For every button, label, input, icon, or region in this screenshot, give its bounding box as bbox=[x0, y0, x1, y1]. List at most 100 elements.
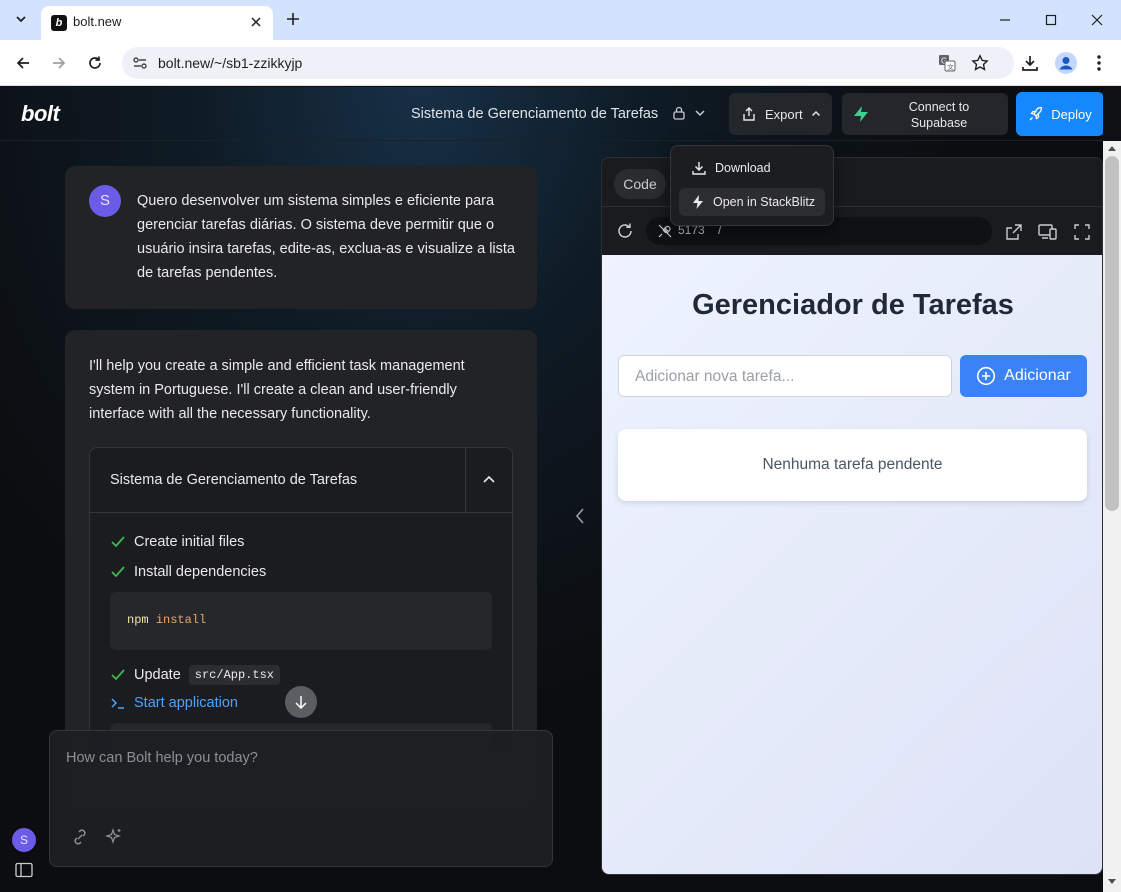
artifact-header-divider bbox=[465, 448, 466, 513]
menu-item-download[interactable]: Download bbox=[679, 154, 825, 182]
menu-item-label: Open in StackBlitz bbox=[713, 195, 816, 209]
close-icon bbox=[251, 17, 261, 27]
workbench-panel: Code 5173 / Gerenciador de Tarefas Adici… bbox=[601, 157, 1103, 875]
scroll-to-bottom-button[interactable] bbox=[285, 686, 317, 718]
downloads-button[interactable] bbox=[1018, 51, 1042, 75]
add-task-button[interactable]: Adicionar bbox=[960, 355, 1087, 397]
preview-title: Gerenciador de Tarefas bbox=[692, 289, 1014, 321]
tab-close-button[interactable] bbox=[247, 13, 265, 31]
chevron-down-icon[interactable] bbox=[694, 107, 706, 119]
lightning-icon bbox=[693, 195, 703, 209]
close-window-button[interactable] bbox=[1074, 0, 1120, 40]
project-title[interactable]: Sistema de Gerenciamento de Tarefas bbox=[411, 106, 658, 122]
translate-icon[interactable]: G文 bbox=[938, 54, 956, 72]
minimize-button[interactable] bbox=[982, 0, 1028, 40]
user-message-card: S Quero desenvolver um sistema simples e… bbox=[65, 166, 537, 309]
tab-search-button[interactable] bbox=[8, 6, 34, 32]
code-command: npm install bbox=[127, 613, 206, 627]
new-task-input[interactable]: Adicionar nova tarefa... bbox=[618, 355, 952, 397]
code-argument: install bbox=[155, 613, 207, 627]
forward-button[interactable] bbox=[47, 51, 71, 75]
profile-button[interactable] bbox=[1054, 51, 1078, 75]
site-info-icon[interactable] bbox=[132, 55, 148, 71]
bolt-favicon-icon: b bbox=[51, 15, 67, 31]
export-button[interactable]: Export bbox=[729, 93, 832, 135]
svg-text:文: 文 bbox=[947, 63, 954, 72]
file-path-badge[interactable]: src/App.tsx bbox=[188, 665, 280, 685]
sidebar-user-avatar[interactable]: S bbox=[12, 828, 36, 852]
step-update-file: Update src/App.tsx bbox=[110, 665, 280, 685]
plus-circle-icon bbox=[977, 366, 996, 386]
chat-input[interactable]: How can Bolt help you today? bbox=[49, 730, 553, 867]
deploy-label: Deploy bbox=[1051, 106, 1092, 122]
page-scrollbar[interactable] bbox=[1103, 141, 1121, 892]
step-label: Start application bbox=[134, 695, 238, 711]
lock-icon[interactable] bbox=[672, 106, 686, 120]
profile-avatar-icon bbox=[1055, 52, 1077, 74]
supabase-label: Connect to Supabase bbox=[908, 100, 970, 130]
maximize-icon bbox=[1045, 14, 1057, 26]
step-install-deps: Install dependencies bbox=[110, 564, 266, 580]
scroll-up-icon[interactable] bbox=[1108, 145, 1116, 151]
fullscreen-icon[interactable] bbox=[1073, 223, 1091, 241]
maximize-button[interactable] bbox=[1028, 0, 1074, 40]
assistant-message-text: I'll help you create a simple and effici… bbox=[89, 358, 465, 422]
arrow-down-icon bbox=[295, 696, 307, 709]
chevron-up-icon bbox=[811, 111, 820, 116]
reload-button[interactable] bbox=[83, 51, 107, 75]
check-icon bbox=[111, 669, 125, 681]
link-icon[interactable] bbox=[70, 827, 90, 847]
download-icon bbox=[692, 162, 706, 175]
browser-tab-strip: b bolt.new bbox=[0, 0, 1121, 40]
chat-input-placeholder: How can Bolt help you today? bbox=[66, 750, 258, 766]
artifact-header[interactable]: Sistema de Gerenciamento de Tarefas bbox=[90, 448, 512, 513]
scrollbar-thumb[interactable] bbox=[1105, 156, 1119, 511]
menu-item-open-stackblitz[interactable]: Open in StackBlitz bbox=[679, 188, 825, 216]
sparkle-icon[interactable] bbox=[104, 827, 124, 847]
bolt-app: bolt Sistema de Gerenciamento de Tarefas… bbox=[0, 87, 1103, 892]
header-divider bbox=[0, 140, 1103, 141]
chevron-down-icon bbox=[16, 16, 26, 23]
sidebar-toggle-icon[interactable] bbox=[15, 862, 33, 878]
back-button[interactable] bbox=[11, 51, 35, 75]
bolt-logo[interactable]: bolt bbox=[21, 101, 60, 127]
address-bar[interactable]: bolt.new/~/sb1-zzikkyjp G文 bbox=[122, 47, 1014, 79]
external-link-icon[interactable] bbox=[1005, 223, 1023, 241]
device-preview-icon[interactable] bbox=[1038, 223, 1058, 241]
reload-icon[interactable] bbox=[616, 222, 634, 240]
plug-icon[interactable] bbox=[658, 224, 672, 238]
code-keyword: npm bbox=[127, 613, 149, 627]
artifact-title: Sistema de Gerenciamento de Tarefas bbox=[110, 472, 358, 488]
add-task-label: Adicionar bbox=[1004, 367, 1071, 384]
deploy-button[interactable]: Deploy bbox=[1016, 92, 1103, 136]
app-preview: Gerenciador de Tarefas Adicionar nova ta… bbox=[602, 255, 1102, 874]
supabase-logo-icon bbox=[854, 106, 868, 122]
download-icon bbox=[1022, 56, 1038, 71]
scroll-down-icon[interactable] bbox=[1108, 879, 1116, 885]
reload-icon bbox=[89, 56, 101, 69]
user-avatar: S bbox=[89, 185, 121, 217]
step-label: Install dependencies bbox=[134, 564, 267, 580]
chevron-left-icon[interactable] bbox=[574, 507, 586, 525]
arrow-left-icon bbox=[16, 57, 29, 69]
new-tab-button[interactable] bbox=[284, 10, 302, 28]
browser-tab[interactable]: b bolt.new bbox=[41, 6, 273, 40]
check-icon bbox=[111, 536, 125, 548]
step-label: Create initial files bbox=[134, 534, 245, 550]
terminal-icon bbox=[111, 698, 124, 709]
code-block: npm install bbox=[110, 592, 492, 650]
rocket-icon bbox=[1029, 106, 1043, 121]
star-icon[interactable] bbox=[971, 54, 989, 72]
menu-item-label: Download bbox=[715, 161, 771, 175]
step-start-app[interactable]: Start application bbox=[110, 695, 238, 711]
export-dropdown-menu: Download Open in StackBlitz bbox=[670, 145, 834, 226]
browser-menu-button[interactable] bbox=[1087, 51, 1111, 75]
export-label: Export bbox=[765, 106, 803, 122]
check-icon bbox=[111, 566, 125, 578]
url-text: bolt.new/~/sb1-zzikkyjp bbox=[158, 55, 303, 71]
connect-supabase-button[interactable]: Connect to Supabase bbox=[842, 93, 1008, 135]
chevron-up-icon[interactable] bbox=[482, 474, 496, 486]
plus-icon bbox=[287, 13, 299, 25]
close-icon bbox=[1091, 14, 1103, 26]
tab-code[interactable]: Code bbox=[614, 169, 666, 199]
